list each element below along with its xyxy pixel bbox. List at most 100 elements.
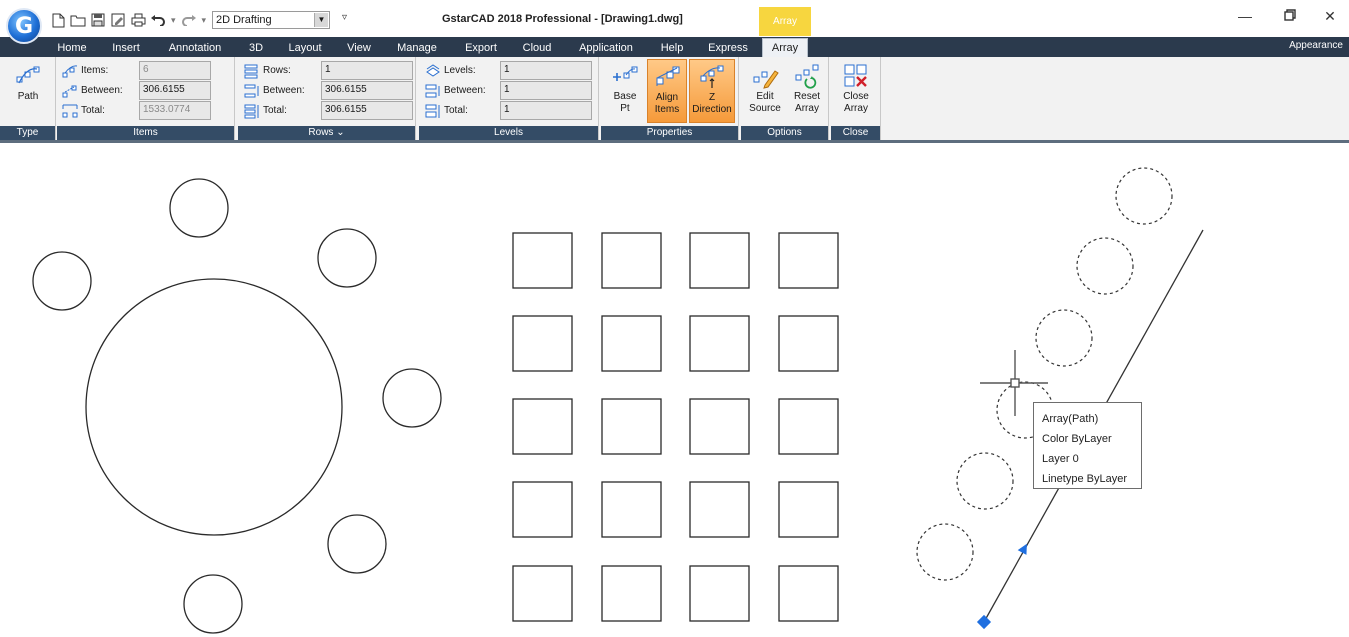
tab-3d[interactable]: 3D: [241, 40, 271, 57]
grid-square[interactable]: [512, 232, 573, 289]
grid-square[interactable]: [601, 232, 662, 289]
appearance-menu[interactable]: Appearance: [1289, 40, 1343, 51]
new-file-icon[interactable]: [50, 12, 66, 28]
grid-square[interactable]: [601, 398, 662, 455]
items-between-field[interactable]: 306.6155: [139, 81, 211, 100]
rows-between-label: Between:: [243, 83, 305, 99]
grid-square[interactable]: [689, 565, 750, 622]
workspace-select[interactable]: 2D Drafting ▼: [212, 11, 330, 29]
drawing-canvas[interactable]: Array(Path) Color ByLayer Layer 0 Linety…: [0, 146, 1349, 637]
polar-circle[interactable]: [32, 251, 92, 311]
tab-manage[interactable]: Manage: [388, 40, 446, 57]
undo-icon[interactable]: [150, 12, 166, 28]
tab-annotation[interactable]: Annotation: [158, 40, 232, 57]
path-array-circle[interactable]: [1115, 167, 1173, 225]
tab-home[interactable]: Home: [50, 40, 94, 57]
minimize-icon[interactable]: —: [1230, 8, 1260, 28]
grid-square[interactable]: [601, 565, 662, 622]
base-point-button[interactable]: Base Pt: [605, 59, 645, 123]
rows-between-field[interactable]: 306.6155: [321, 81, 413, 100]
polar-array[interactable]: [32, 178, 442, 634]
center-circle[interactable]: [85, 278, 343, 536]
polar-circle[interactable]: [327, 514, 387, 574]
grid-square[interactable]: [778, 315, 839, 372]
grid-square[interactable]: [689, 398, 750, 455]
tab-view[interactable]: View: [339, 40, 379, 57]
grid-square[interactable]: [512, 398, 573, 455]
align-items-button[interactable]: Align Items: [647, 59, 687, 123]
items-between-icon: [62, 85, 77, 97]
direction-grip-icon[interactable]: [1017, 541, 1032, 555]
grid-square[interactable]: [778, 232, 839, 289]
panel-label-rows[interactable]: Rows ⌄: [238, 126, 415, 140]
polar-circle[interactable]: [169, 178, 229, 238]
items-total-field[interactable]: 1533.0774: [139, 101, 211, 120]
items-count-field[interactable]: 6: [139, 61, 211, 80]
edit-source-button[interactable]: Edit Source: [745, 59, 785, 123]
drawing-svg[interactable]: [0, 146, 1349, 637]
save-as-icon[interactable]: [110, 12, 126, 28]
tab-cloud[interactable]: Cloud: [516, 40, 558, 57]
restore-icon[interactable]: [1275, 8, 1305, 28]
levels-total-field[interactable]: 1: [500, 101, 592, 120]
tab-help[interactable]: Help: [654, 40, 690, 57]
grid-square[interactable]: [512, 481, 573, 538]
path-array-circle[interactable]: [1076, 237, 1134, 295]
path-array-circle[interactable]: [916, 523, 974, 581]
levels-between-field[interactable]: 1: [500, 81, 592, 100]
grid-square[interactable]: [778, 398, 839, 455]
base-point-label-1: Base: [613, 91, 637, 102]
grid-square[interactable]: [512, 565, 573, 622]
grid-square[interactable]: [689, 232, 750, 289]
save-icon[interactable]: [90, 12, 106, 28]
tab-layout[interactable]: Layout: [280, 40, 330, 57]
rows-count-text: Rows:: [263, 65, 291, 76]
reset-array-button[interactable]: Reset Array: [787, 59, 827, 123]
z-direction-icon: [700, 65, 724, 88]
levels-count-field[interactable]: 1: [500, 61, 592, 80]
grid-square[interactable]: [601, 315, 662, 372]
rectangular-array[interactable]: [512, 232, 839, 622]
close-array-button[interactable]: Close Array: [835, 59, 877, 123]
grid-square[interactable]: [778, 565, 839, 622]
tab-array[interactable]: Array: [762, 38, 808, 57]
customize-qat-icon[interactable]: ▿: [342, 12, 347, 23]
base-grip-icon[interactable]: [976, 614, 992, 630]
close-array-label-2: Array: [844, 103, 868, 114]
tab-application[interactable]: Application: [567, 40, 645, 57]
workspace-value: 2D Drafting: [216, 14, 272, 26]
rows-between-row: Between: 306.6155: [243, 81, 413, 100]
chevron-down-icon[interactable]: ▼: [314, 13, 328, 27]
path-button[interactable]: Path: [6, 59, 50, 123]
grid-square[interactable]: [512, 315, 573, 372]
polar-circle[interactable]: [183, 574, 243, 634]
tab-express[interactable]: Express: [699, 40, 757, 57]
rows-total-field[interactable]: 306.6155: [321, 101, 413, 120]
path-array-circle[interactable]: [956, 452, 1014, 510]
tab-export[interactable]: Export: [455, 40, 507, 57]
redo-icon[interactable]: [181, 12, 197, 28]
grid-square[interactable]: [778, 481, 839, 538]
grid-square[interactable]: [689, 315, 750, 372]
app-logo-button[interactable]: G: [6, 8, 42, 44]
levels-between-label: Between:: [424, 83, 486, 99]
open-folder-icon[interactable]: [70, 12, 86, 28]
redo-dropdown-icon[interactable]: ▾: [202, 15, 207, 26]
print-icon[interactable]: [130, 12, 146, 28]
path-array-circle[interactable]: [1035, 309, 1093, 367]
z-direction-label-1: Z: [708, 92, 716, 103]
panel-rows: Rows: 1 Between: 306.6155 Total: 306.615…: [238, 57, 416, 140]
polar-circle[interactable]: [382, 368, 442, 428]
grid-square[interactable]: [601, 481, 662, 538]
polar-circle[interactable]: [317, 228, 377, 288]
panel-options: Edit Source Reset Array Options: [741, 57, 829, 140]
close-array-label-1: Close: [843, 91, 869, 102]
z-direction-button[interactable]: Z Direction: [689, 59, 735, 123]
grid-square[interactable]: [689, 481, 750, 538]
close-window-icon[interactable]: ✕: [1315, 8, 1345, 28]
undo-dropdown-icon[interactable]: ▾: [171, 15, 176, 26]
path-array[interactable]: [916, 167, 1173, 581]
tab-insert[interactable]: Insert: [103, 40, 149, 57]
rows-count-field[interactable]: 1: [321, 61, 413, 80]
levels-count-row: Levels: 1: [424, 61, 592, 80]
